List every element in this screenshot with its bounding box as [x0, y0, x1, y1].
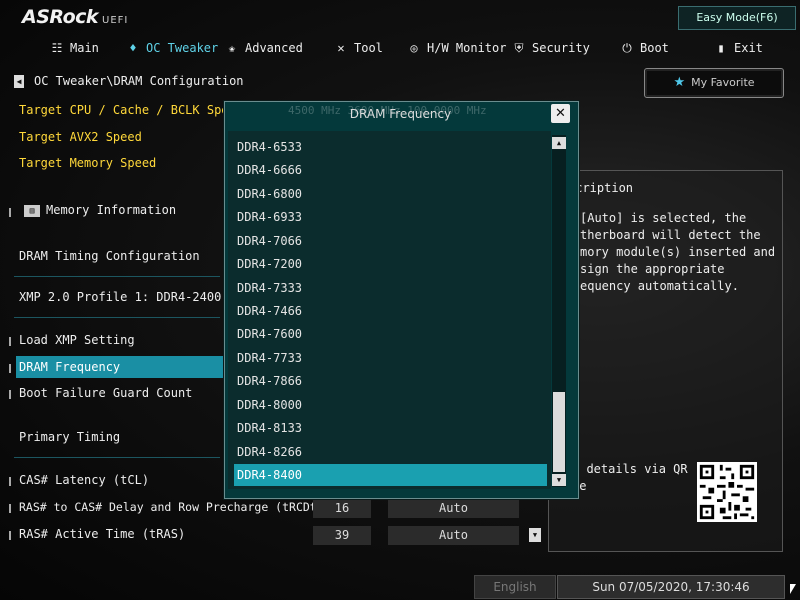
divider	[14, 457, 220, 458]
setting-boot-failure-guard[interactable]: Boot Failure Guard Count	[19, 382, 192, 404]
setting-cas-latency[interactable]: CAS# Latency (tCL)	[19, 469, 149, 491]
row-marker	[9, 390, 11, 399]
frequency-option[interactable]: DDR4-7866	[236, 370, 548, 392]
divider	[14, 276, 220, 277]
setting-dram-frequency[interactable]: DRAM Frequency	[16, 356, 225, 378]
tab-hw-monitor[interactable]: ◎ H/W Monitor	[407, 38, 506, 58]
asrock-logo: ASRock UEFI	[22, 6, 128, 28]
tools-icon: ✕	[337, 41, 345, 55]
globe-icon: ◎	[410, 41, 418, 55]
tab-main[interactable]: ☷ Main	[50, 38, 99, 58]
my-favorite-label: My Favorite	[691, 76, 755, 89]
scrollbar-thumb[interactable]	[553, 392, 565, 472]
trcdtrp-value: 16	[313, 499, 371, 518]
qr-hint-text: t details via QR de	[572, 462, 688, 493]
tab-label: Advanced	[245, 41, 303, 55]
frequency-option[interactable]: DDR4-6933	[236, 206, 548, 228]
setting-tras[interactable]: RAS# Active Time (tRAS)	[19, 523, 185, 545]
back-arrow-icon[interactable]: ◀	[14, 75, 24, 88]
frequency-option[interactable]: DDR4-7600	[236, 323, 548, 345]
star-icon: ★	[673, 75, 686, 90]
xmp-profile-info: XMP 2.0 Profile 1: DDR4-2400 16-	[19, 290, 251, 304]
brand-sub: UEFI	[102, 15, 129, 26]
frequency-option[interactable]: DDR4-8000	[236, 394, 548, 416]
tab-label: OC Tweaker	[146, 41, 219, 55]
tras-option[interactable]: Auto	[388, 526, 519, 545]
row-marker	[9, 337, 11, 346]
tab-label: Boot	[640, 41, 669, 55]
easy-mode-button[interactable]: Easy Mode(F6)	[678, 6, 796, 30]
row-marker	[9, 477, 11, 486]
setting-target-memory-speed: Target Memory Speed	[19, 156, 157, 170]
tab-oc-tweaker[interactable]: ♦ OC Tweaker	[126, 38, 218, 58]
tab-label: Tool	[354, 41, 383, 55]
star-arrow-icon: ✬	[228, 41, 236, 55]
frequency-option[interactable]: DDR4-6800	[236, 183, 548, 205]
breadcrumb-text: OC Tweaker\DRAM Configuration	[34, 74, 244, 88]
frequency-option[interactable]: DDR4-7066	[236, 230, 548, 252]
exit-door-icon: ▮	[717, 41, 725, 55]
frequency-option[interactable]: DDR4-6666	[236, 159, 548, 181]
frequency-option[interactable]: DDR4-7733	[236, 347, 548, 369]
tab-label: Security	[532, 41, 590, 55]
tab-label: Exit	[734, 41, 763, 55]
tab-label: H/W Monitor	[427, 41, 507, 55]
tab-label: Main	[70, 41, 99, 55]
tab-advanced[interactable]: ✬ Advanced	[225, 38, 303, 58]
frequency-option[interactable]: DDR4-8133	[236, 417, 548, 439]
scroll-down-icon[interactable]: ▼	[552, 474, 566, 486]
section-primary-timing: Primary Timing	[19, 430, 121, 444]
setting-target-avx2-speed: Target AVX2 Speed	[19, 130, 142, 144]
tab-tool[interactable]: ✕ Tool	[334, 38, 383, 58]
frequency-option[interactable]: DDR4-7333	[236, 277, 548, 299]
setting-load-xmp[interactable]: Load XMP Setting	[19, 329, 135, 351]
frequency-option[interactable]: DDR4-7466	[236, 300, 548, 322]
frequency-option-selected[interactable]: DDR4-8400	[234, 464, 547, 486]
qr-code-icon	[697, 462, 757, 522]
tab-security[interactable]: ⛨ Security	[512, 38, 590, 58]
scroll-down-icon[interactable]: ▼	[529, 528, 541, 542]
memory-information-item[interactable]: ▥ Memory Information	[24, 199, 176, 221]
divider	[14, 317, 220, 318]
row-marker	[9, 504, 11, 513]
frequency-option[interactable]: DDR4-7200	[236, 253, 548, 275]
row-marker	[9, 364, 11, 373]
section-marker	[9, 208, 11, 217]
close-icon[interactable]: ✕	[551, 104, 570, 123]
frequency-option[interactable]: DDR4-8266	[236, 441, 548, 463]
flame-icon: ♦	[129, 41, 137, 55]
popup-title: DRAM Frequency	[349, 107, 452, 121]
my-favorite-button[interactable]: ★ My Favorite	[644, 68, 784, 98]
tras-value: 39	[313, 526, 371, 545]
brand-name: ASRock	[22, 6, 99, 28]
tab-boot[interactable]: ⏻ Boot	[620, 38, 669, 58]
memory-information-label: Memory Information	[46, 203, 177, 217]
tab-exit[interactable]: ▮ Exit	[714, 38, 763, 58]
power-icon: ⏻	[622, 41, 632, 55]
shield-icon: ⛨	[514, 41, 524, 55]
scroll-up-icon[interactable]: ▲	[552, 137, 566, 149]
list-icon: ☷	[51, 41, 63, 55]
trcdtrp-option[interactable]: Auto	[388, 499, 519, 518]
setting-target-cpu-speed: Target CPU / Cache / BCLK Speed	[19, 103, 243, 117]
section-dram-timing-config: DRAM Timing Configuration	[19, 249, 200, 263]
description-text: [Auto] is selected, the therboard will d…	[580, 211, 776, 293]
datetime-display: Sun 07/05/2020, 17:30:46	[557, 575, 785, 599]
memory-chip-icon: ▥	[24, 204, 40, 217]
frequency-option[interactable]: DDR4-6533	[236, 136, 548, 158]
row-marker	[9, 531, 11, 540]
mouse-cursor-icon	[790, 584, 796, 594]
language-button[interactable]: English	[474, 575, 556, 599]
breadcrumb: ◀ OC Tweaker\DRAM Configuration	[14, 74, 244, 88]
setting-trcdtrp[interactable]: RAS# to CAS# Delay and Row Precharge (tR…	[19, 496, 338, 518]
